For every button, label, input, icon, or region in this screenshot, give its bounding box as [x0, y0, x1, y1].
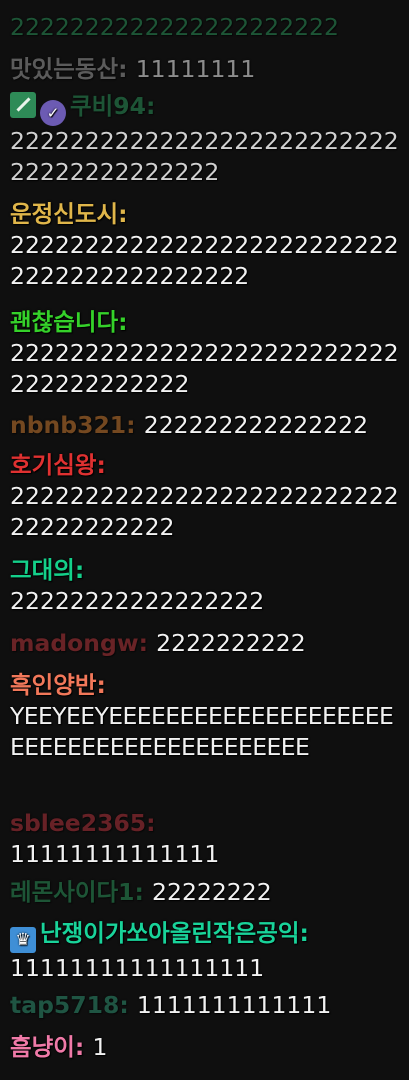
- chat-message: ♛ 난쟁이가쏘아올린작은공익: 11111111111111111: [10, 918, 400, 984]
- chat-message: 레몬사이다1: 22222222: [10, 877, 400, 908]
- username-colon: :: [118, 55, 136, 83]
- chat-panel: 2222222222222222222222 맛있는동산: 11111111 ✓…: [0, 0, 409, 1080]
- username-colon: :: [96, 451, 106, 479]
- chat-username[interactable]: 쿠비94: [70, 92, 146, 120]
- chat-message: sblee2365: 11111111111111: [10, 808, 400, 870]
- verified-check-icon: ✓: [40, 100, 66, 126]
- message-text: 11111111111111: [10, 840, 220, 868]
- message-text: 22222222: [152, 878, 272, 906]
- message-text: 2222222222222222222222222222222222222222…: [10, 231, 399, 290]
- message-text: 22222222222222222222222222222222222222: [10, 339, 399, 398]
- chat-message: 흑인양반: YEEYEEYEEEEEEEEEEEEEEEEEEEEEEEEEEE…: [10, 670, 400, 763]
- chat-message: ✓ 쿠비94: 222222222222222222222222222222222…: [10, 91, 400, 188]
- chat-message: 2222222222222222222222: [10, 12, 400, 43]
- chat-username[interactable]: 레몬사이다1: [10, 878, 134, 906]
- username-colon: :: [118, 200, 128, 228]
- chat-message: 운정신도시: 222222222222222222222222222222222…: [10, 199, 400, 292]
- chat-username[interactable]: 운정신도시: [10, 200, 118, 228]
- chat-username[interactable]: tap5718: [10, 991, 119, 1019]
- message-text: 22222222222222222: [10, 587, 265, 615]
- chat-username[interactable]: 흠냥이: [10, 1033, 75, 1061]
- message-text: 1111111111111: [136, 991, 332, 1019]
- message-text: 2222222222: [156, 629, 306, 657]
- chat-message: 호기심왕: 2222222222222222222222222222222222…: [10, 450, 400, 543]
- chat-message: 괜찮습니다: 222222222222222222222222222222222…: [10, 307, 400, 400]
- chat-username[interactable]: 난쟁이가쏘아올린작은공익: [40, 919, 299, 947]
- username-colon: :: [119, 991, 137, 1019]
- chat-message: 그대의: 22222222222222222: [10, 555, 400, 617]
- chat-username[interactable]: nbnb321: [10, 411, 126, 439]
- message-text: YEEYEEYEEEEEEEEEEEEEEEEEEEEEEEEEEEEEEEEE…: [10, 702, 394, 761]
- message-text: 2222222222222222222222: [10, 13, 339, 41]
- message-text: 1: [92, 1033, 108, 1061]
- chat-message: 흠냥이: 1: [10, 1032, 400, 1063]
- username-colon: :: [74, 556, 85, 584]
- username-colon: :: [138, 629, 157, 657]
- chat-message: madongw: 2222222222: [10, 628, 400, 659]
- message-text: 11111111: [135, 55, 256, 83]
- chat-username[interactable]: sblee2365: [10, 809, 146, 837]
- chat-message: nbnb321: 222222222222222: [10, 410, 400, 441]
- chat-username[interactable]: 맛있는동산: [10, 55, 118, 83]
- chat-username[interactable]: 흑인양반: [10, 671, 96, 699]
- chat-message: tap5718: 1111111111111: [10, 990, 400, 1021]
- username-colon: :: [96, 671, 106, 699]
- username-colon: :: [146, 809, 156, 837]
- chat-message: 맛있는동산: 11111111: [10, 54, 400, 85]
- message-text: 2222222222222222222222222222222222222: [10, 482, 399, 541]
- message-text: 222222222222222: [143, 411, 369, 439]
- crown-icon: ♛: [10, 927, 36, 953]
- username-colon: :: [118, 308, 128, 336]
- sword-icon: [10, 92, 36, 118]
- chat-username[interactable]: 괜찮습니다: [10, 308, 118, 336]
- username-colon: :: [299, 919, 309, 947]
- message-text: 2222222222222222222222222222222222222222: [10, 127, 399, 186]
- username-colon: :: [126, 411, 144, 439]
- message-text: 11111111111111111: [10, 954, 265, 982]
- chat-username[interactable]: madongw: [10, 629, 139, 657]
- chat-username[interactable]: 호기심왕: [10, 451, 96, 479]
- username-colon: :: [145, 92, 156, 120]
- username-colon: :: [74, 1033, 93, 1061]
- chat-username[interactable]: 그대의: [10, 556, 75, 584]
- username-colon: :: [134, 878, 153, 906]
